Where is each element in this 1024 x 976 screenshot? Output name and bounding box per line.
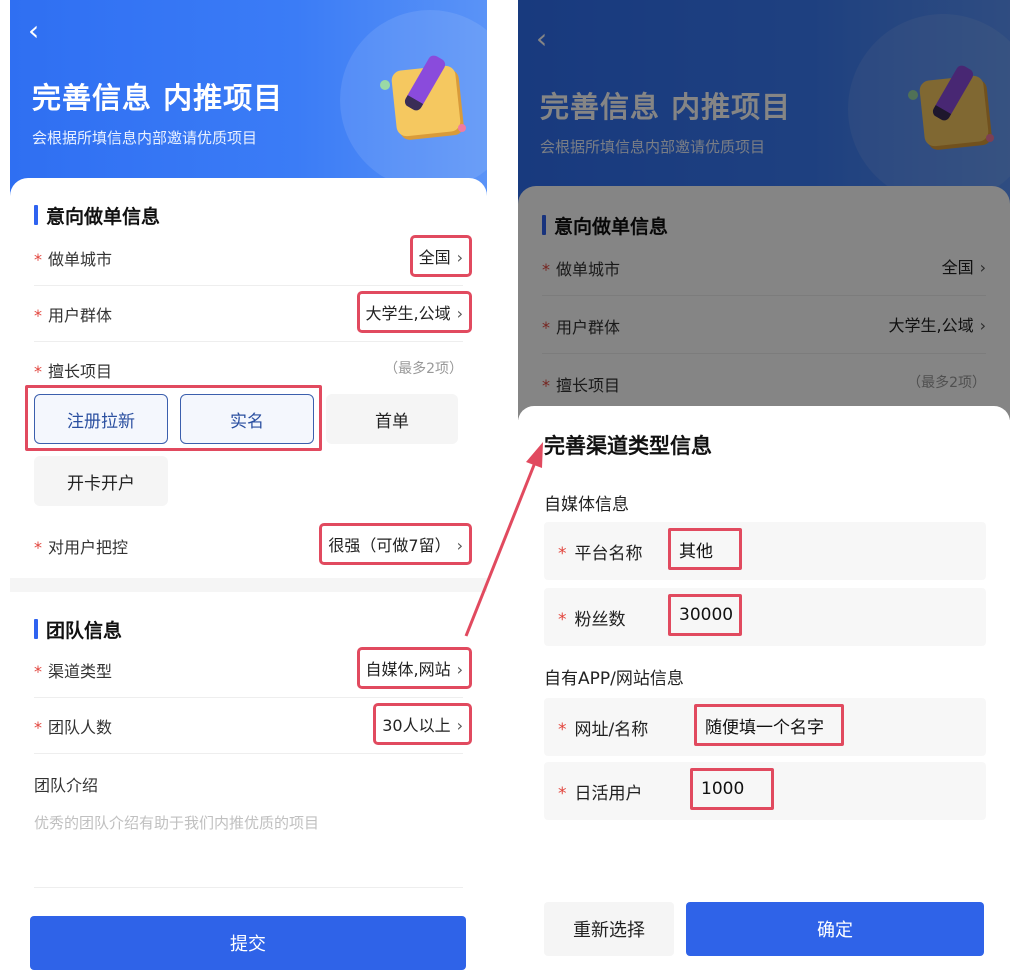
skill-chip-register[interactable]: 注册拉新 xyxy=(34,394,168,444)
skills-label: 擅长项目 xyxy=(48,362,113,381)
skill-chip-first-order[interactable]: 首单 xyxy=(326,394,458,444)
skills-hint: （最多2项） xyxy=(384,361,463,377)
chevron-right-icon: › xyxy=(456,304,463,323)
media-group-title: 自媒体信息 xyxy=(544,495,629,515)
section-divider xyxy=(10,578,487,592)
team-size-label: 团队人数 xyxy=(48,718,113,737)
app-group-title: 自有APP/网站信息 xyxy=(544,669,684,689)
skill-chip-open-card[interactable]: 开卡开户 xyxy=(34,456,168,506)
right-screen: ‹ 完善信息 内推项目 会根据所填信息内部邀请优质项目 意向做单信息 * 做单城市… xyxy=(518,0,1010,976)
channel-label: 渠道类型 xyxy=(48,662,113,681)
chevron-right-icon: › xyxy=(456,248,463,267)
platform-row[interactable]: * 平台名称 其他 xyxy=(544,522,986,580)
site-label: 网址/名称 xyxy=(574,720,649,740)
platform-input[interactable]: 其他 xyxy=(668,528,742,570)
skills-row: * 擅长项目 （最多2项） xyxy=(34,342,463,382)
chevron-right-icon: › xyxy=(456,660,463,679)
user-group-label: 用户群体 xyxy=(48,306,113,325)
fans-label: 粉丝数 xyxy=(574,610,626,630)
control-label: 对用户把控 xyxy=(48,538,129,557)
site-input[interactable]: 随便填一个名字 xyxy=(694,704,844,746)
reset-button[interactable]: 重新选择 xyxy=(544,902,674,956)
chevron-right-icon: › xyxy=(456,536,463,555)
page-title: 完善信息 内推项目 xyxy=(32,81,284,115)
notepad-pencil-icon xyxy=(380,53,470,142)
city-value[interactable]: 全国 › xyxy=(409,235,473,277)
team-card: 团队信息 * 渠道类型 自媒体,网站 › * 团队人数 30人以上 › 团队介绍 优秀的… xyxy=(10,592,487,976)
confirm-button[interactable]: 确定 xyxy=(686,902,984,956)
city-row[interactable]: * 做单城市 全国 › xyxy=(34,230,473,286)
modal-overlay[interactable] xyxy=(518,0,1010,420)
city-label: 做单城市 xyxy=(48,250,113,269)
team-intro-input[interactable]: 优秀的团队介绍有助于我们内推优质的项目 xyxy=(34,812,463,888)
section-title-team: 团队信息 xyxy=(34,616,122,643)
chevron-left-icon[interactable]: ‹ xyxy=(28,16,39,46)
team-size-value[interactable]: 30人以上 › xyxy=(373,703,472,745)
platform-label: 平台名称 xyxy=(574,544,643,564)
channel-row[interactable]: * 渠道类型 自媒体,网站 › xyxy=(34,642,472,698)
fans-input[interactable]: 30000 xyxy=(668,594,742,636)
team-intro-label: 团队介绍 xyxy=(34,776,99,795)
left-screen: ‹ 完善信息 内推项目 会根据所填信息内部邀请优质项目 意向做单信息 * 做单城市… xyxy=(10,0,487,976)
channel-value[interactable]: 自媒体,网站 › xyxy=(356,647,472,689)
team-size-row[interactable]: * 团队人数 30人以上 › xyxy=(34,698,472,754)
section-title-intent: 意向做单信息 xyxy=(34,202,160,229)
fans-row[interactable]: * 粉丝数 30000 xyxy=(544,588,986,646)
site-row[interactable]: * 网址/名称 随便填一个名字 xyxy=(544,698,986,756)
chevron-right-icon: › xyxy=(456,716,463,735)
channel-info-sheet: 完善渠道类型信息 自媒体信息 * 平台名称 其他 * 粉丝数 30000 自有APP… xyxy=(518,406,1010,976)
control-row[interactable]: * 对用户把控 很强（可做7留） › xyxy=(34,518,472,574)
dau-row[interactable]: * 日活用户 1000 xyxy=(544,762,986,820)
dau-label: 日活用户 xyxy=(574,784,643,804)
intent-card: 意向做单信息 * 做单城市 全国 › * 用户群体 大学生,公域 › * 擅长项目 （最多… xyxy=(10,178,487,578)
skill-chip-realname[interactable]: 实名 xyxy=(180,394,314,444)
sheet-title: 完善渠道类型信息 xyxy=(544,434,712,458)
user-group-value[interactable]: 大学生,公域 › xyxy=(356,291,472,333)
dau-input[interactable]: 1000 xyxy=(690,768,774,810)
page-subtitle: 会根据所填信息内部邀请优质项目 xyxy=(32,129,258,147)
submit-button[interactable]: 提交 xyxy=(30,916,466,970)
control-value[interactable]: 很强（可做7留） › xyxy=(319,523,472,565)
user-group-row[interactable]: * 用户群体 大学生,公域 › xyxy=(34,286,472,342)
